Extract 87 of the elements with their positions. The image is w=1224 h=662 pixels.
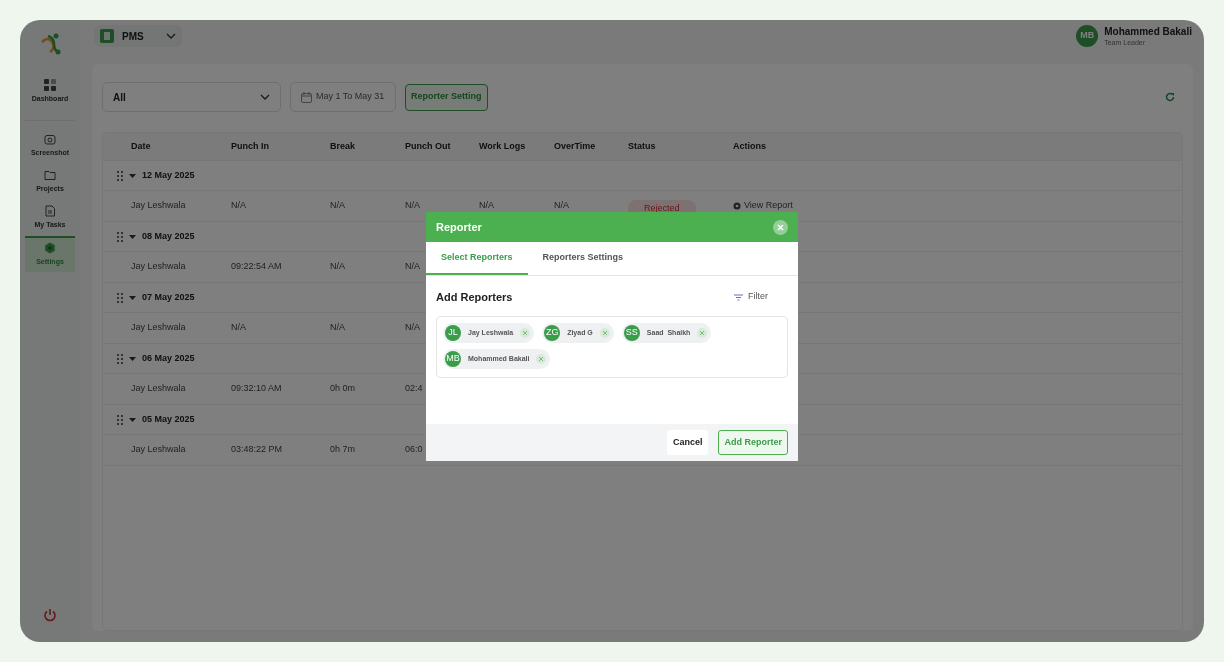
table-cell-text: 09:32:10 AM (231, 382, 283, 396)
column-header: Punch Out (405, 139, 452, 153)
table-cell-text: 03:48:22 PM (231, 443, 284, 457)
caret-icon[interactable] (129, 233, 136, 240)
table-cell-text: 0h 0m (330, 382, 356, 396)
avatar-initials: MB (445, 351, 461, 367)
calendar-icon (301, 91, 312, 103)
filter-select[interactable]: All (102, 82, 281, 112)
table-cell-text: N/A (330, 260, 346, 274)
column-header: Status (628, 139, 657, 153)
table-cell: N/A (405, 321, 420, 335)
reporter-setting-button[interactable]: Reporter Setting (405, 83, 488, 111)
column-header: Break (330, 139, 357, 153)
table-cell-text: Jay Leshwala (131, 382, 187, 396)
grid-icon (44, 79, 56, 92)
drag-handle-icon[interactable] (117, 414, 123, 425)
user-avatar[interactable]: MB (1076, 25, 1099, 47)
close-icon (777, 223, 784, 231)
project-name: PMS (122, 29, 144, 44)
drag-handle-icon[interactable] (117, 292, 123, 303)
group-date: 08 May 2025 (142, 229, 195, 243)
drag-handle-icon[interactable] (117, 231, 123, 242)
caret-icon[interactable] (129, 355, 136, 362)
column-header: Actions (733, 139, 767, 153)
remove-button[interactable] (536, 354, 547, 364)
date-range-field[interactable]: May 1 To May 31 (290, 82, 396, 112)
cancel-button[interactable]: Cancel (666, 430, 709, 455)
view-report-link[interactable]: View Report (733, 199, 793, 213)
camera-icon (44, 132, 56, 145)
close-button[interactable] (773, 219, 788, 235)
add-reporter-button[interactable]: Add Reporter (718, 430, 788, 455)
power-icon[interactable] (43, 608, 57, 622)
section-title: Add Reporters (436, 289, 513, 305)
table-cell-text: 0h 7m (330, 443, 356, 457)
dialog-tab[interactable]: Reporters Settings (527, 242, 639, 275)
table-cell-text: Jay Leshwala (131, 321, 187, 335)
filter-button[interactable]: Filter (734, 290, 768, 304)
column-header: Punch In (231, 139, 270, 153)
dialog-title: Reporter (436, 219, 482, 235)
table-cell-text: N/A (330, 199, 346, 213)
column-header: Work Logs (479, 139, 527, 153)
chevron-down-icon (260, 94, 270, 100)
avatar-initials: SS (623, 325, 640, 341)
remove-button[interactable] (520, 328, 531, 338)
dialog-tab[interactable]: Select Reporters (426, 242, 528, 275)
drag-handle-icon[interactable] (117, 353, 123, 364)
table-cell-text: N/A (231, 321, 247, 335)
group-date: 07 May 2025 (142, 290, 195, 304)
group-date: 06 May 2025 (142, 351, 195, 365)
settings-icon (44, 242, 56, 255)
group-date: 12 May 2025 (142, 168, 195, 182)
close-icon (602, 331, 607, 335)
refresh-icon[interactable] (1165, 92, 1175, 102)
table-cell: N/A (405, 260, 420, 274)
close-icon (523, 331, 528, 335)
remove-button[interactable] (697, 328, 708, 338)
sheet-icon (100, 29, 114, 43)
table-cell-text: Jay Leshwala (131, 199, 187, 213)
table-cell-text: N/A (479, 199, 495, 213)
remove-button[interactable] (599, 328, 610, 338)
user-name: Mohammed Bakali (1104, 26, 1192, 37)
filter-icon (734, 293, 743, 301)
table-cell-text: N/A (231, 199, 247, 213)
close-icon (539, 357, 544, 361)
avatar-initials: ZG (544, 325, 561, 341)
drag-handle-icon[interactable] (117, 170, 123, 181)
table-cell-text: Jay Leshwala (131, 260, 187, 274)
table-cell: 06:0 (405, 443, 423, 457)
table-cell-text: Jay Leshwala (131, 443, 187, 457)
table-cell-text: N/A (405, 199, 421, 213)
folder-icon (44, 169, 56, 182)
table-cell: 02:4 (405, 382, 423, 396)
group-date: 05 May 2025 (142, 412, 195, 426)
document-icon (44, 205, 56, 218)
avatar-initials: JL (445, 325, 461, 341)
column-header: Date (131, 139, 152, 153)
chevron-down-icon (165, 33, 176, 39)
caret-icon[interactable] (129, 294, 136, 301)
project-selector[interactable]: PMS (94, 25, 182, 47)
close-icon (700, 331, 705, 335)
caret-icon[interactable] (129, 416, 136, 423)
column-header: OverTime (554, 139, 597, 153)
caret-icon[interactable] (129, 172, 136, 179)
table-cell-text: 09:22:54 AM (231, 260, 283, 274)
table-cell-text: N/A (330, 321, 346, 335)
table-cell-text: N/A (554, 199, 570, 213)
eye-icon (733, 202, 741, 210)
